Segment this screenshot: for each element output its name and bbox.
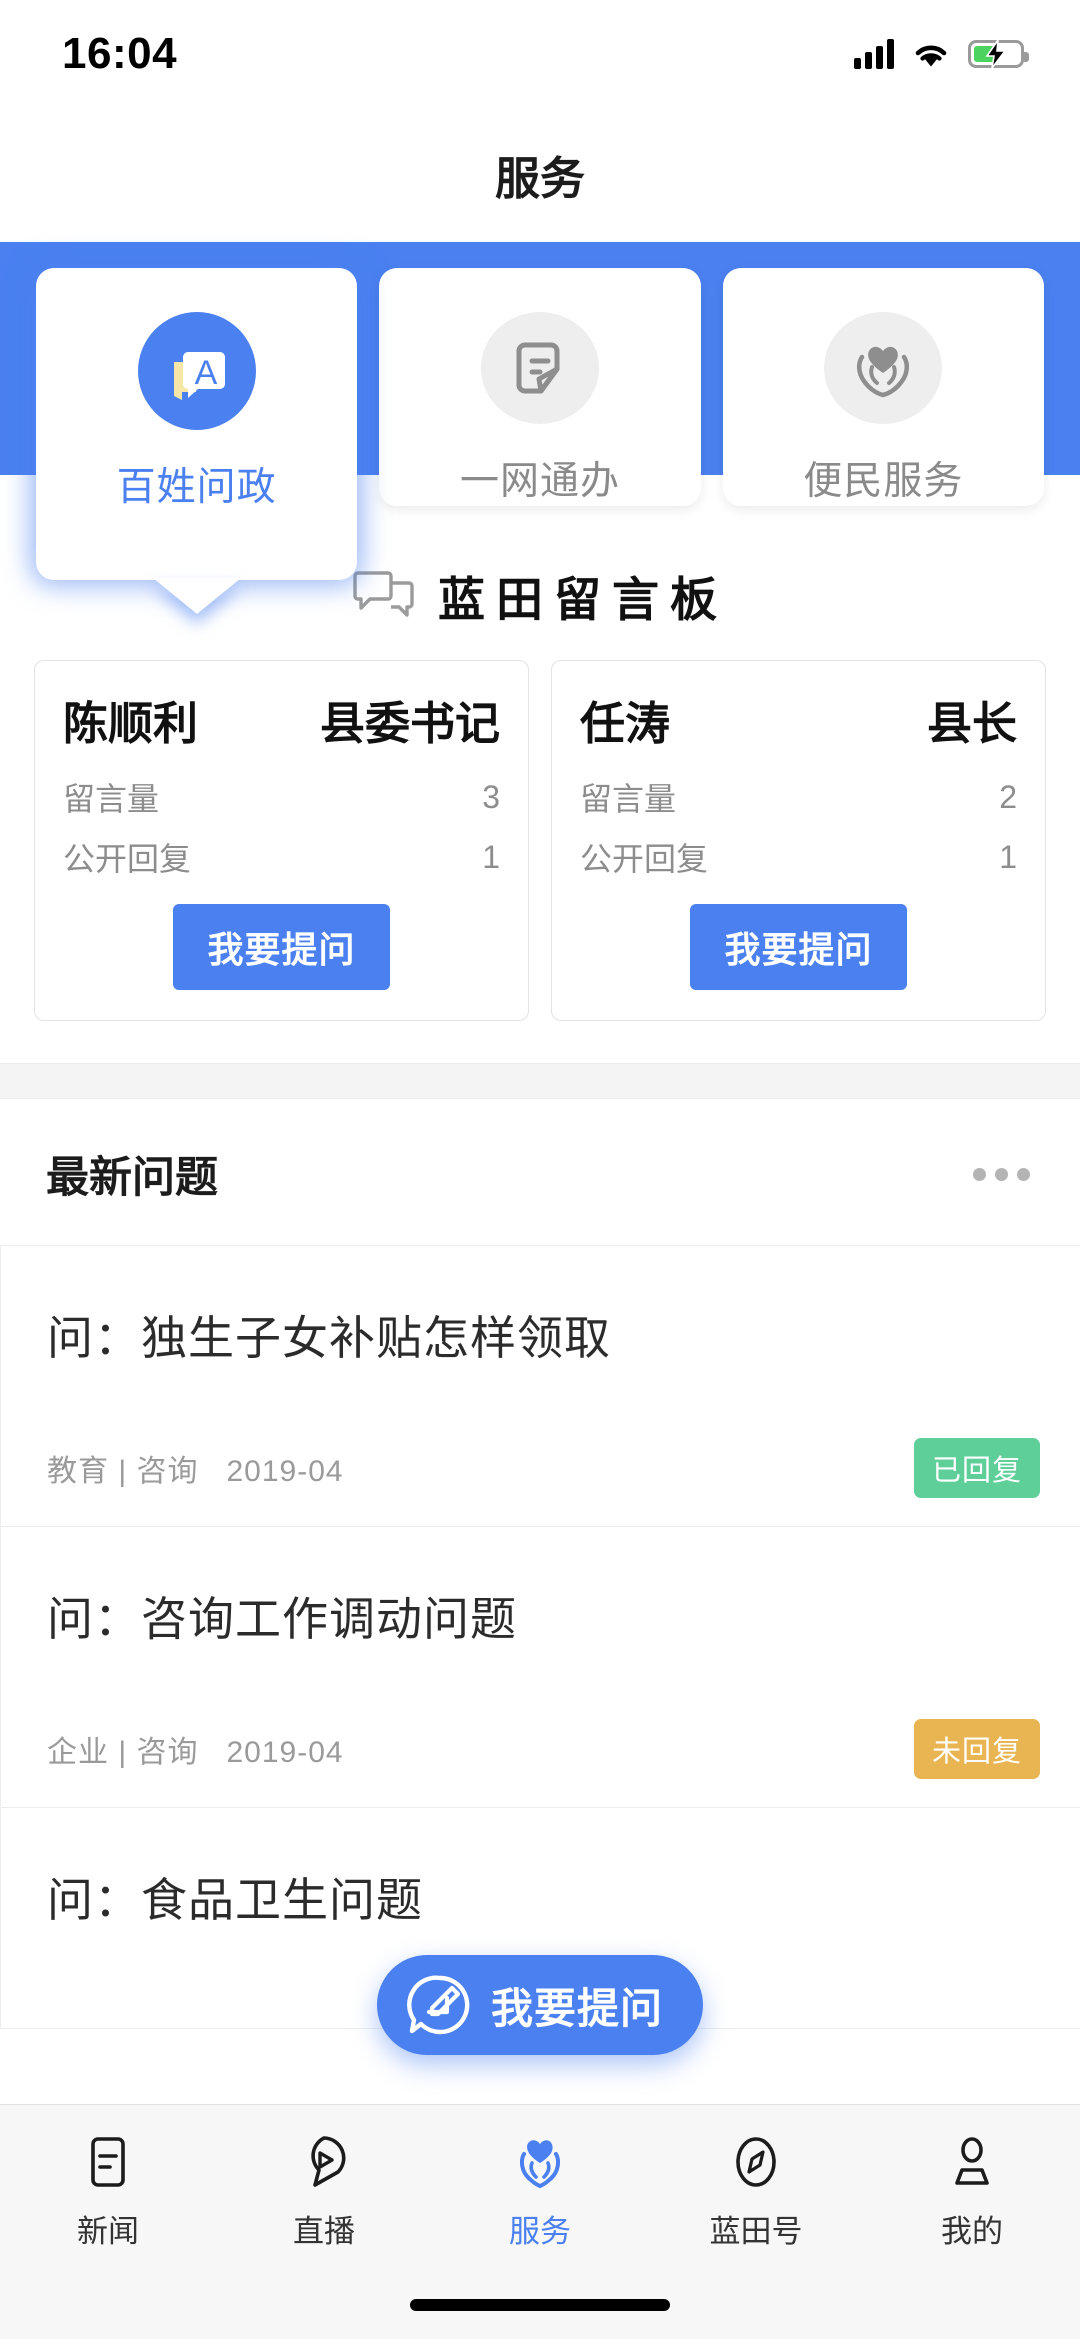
svg-text:A: A — [194, 354, 217, 392]
question-date: 2019-04 — [226, 1455, 344, 1488]
ask-question-button[interactable]: 我要提问 — [690, 904, 907, 990]
official-name: 陈顺利 — [63, 698, 199, 749]
stat-value: 2 — [999, 778, 1017, 815]
nav-item-service[interactable]: 服务 — [432, 2134, 648, 2251]
question-category: 企业 | 咨询 — [47, 1736, 199, 1769]
question-title: 问：独生子女补贴怎样领取 — [47, 1312, 611, 1364]
person-icon — [955, 2137, 989, 2185]
bottom-navigation-bar: 新闻 直播 服务 蓝田号 我的 — [0, 2104, 1080, 2339]
official-stat-row: 公开回复 1 — [63, 834, 500, 880]
question-row[interactable]: 问：独生子女补贴怎样领取 教育 | 咨询 2019-04 已回复 — [0, 1246, 1080, 1527]
floating-ask-question-button[interactable]: 我要提问 — [376, 1955, 704, 2055]
nav-label: 服务 — [509, 2214, 571, 2249]
service-tab-bianminfuwu[interactable]: 便民服务 — [722, 268, 1044, 506]
speech-bubble-a-icon: A — [137, 312, 256, 430]
page-title: 服务 — [0, 108, 1080, 240]
service-tab-yiwangtongban[interactable]: 一网通办 — [379, 268, 701, 506]
questions-list: 问：独生子女补贴怎样领取 教育 | 咨询 2019-04 已回复 问：咨询工作调… — [0, 1245, 1080, 2029]
question-category-date: 企业 | 咨询 2019-04 — [47, 1727, 344, 1771]
official-card[interactable]: 陈顺利 县委书记 留言量 3 公开回复 1 我要提问 — [34, 660, 529, 1021]
status-badge: 未回复 — [913, 1719, 1040, 1779]
official-header: 任涛 县长 — [580, 687, 1017, 752]
question-meta: 企业 | 咨询 2019-04 未回复 — [47, 1719, 1040, 1779]
hands-heart-icon — [824, 312, 943, 424]
nav-item-profile[interactable]: 我的 — [864, 2134, 1080, 2251]
nav-item-lantian-hao[interactable]: 蓝田号 — [648, 2134, 864, 2251]
official-name: 任涛 — [580, 698, 671, 749]
question-title: 问：咨询工作调动问题 — [47, 1593, 517, 1645]
nav-label: 直播 — [293, 2214, 355, 2249]
ask-question-button[interactable]: 我要提问 — [173, 904, 390, 990]
service-tab-baixingwenzheng[interactable]: A 百姓问政 — [36, 268, 358, 580]
service-tab-label: 一网通办 — [459, 460, 620, 503]
official-role: 县委书记 — [319, 698, 500, 749]
official-header: 陈顺利 县委书记 — [63, 687, 500, 752]
question-row[interactable]: 问：咨询工作调动问题 企业 | 咨询 2019-04 未回复 — [0, 1527, 1080, 1808]
stat-label: 公开回复 — [63, 841, 192, 877]
official-card[interactable]: 任涛 县长 留言量 2 公开回复 1 我要提问 — [551, 660, 1046, 1021]
service-tab-label: 百姓问政 — [116, 466, 277, 509]
official-stat-row: 留言量 2 — [580, 774, 1017, 820]
latest-questions-header: 最新问题 — [0, 1099, 1080, 1245]
nav-label: 蓝田号 — [709, 2214, 803, 2249]
signal-bars-icon — [854, 39, 894, 69]
status-bar-icons — [854, 39, 1029, 69]
latest-questions-title: 最新问题 — [46, 1154, 218, 1202]
question-title: 问：食品卫生问题 — [47, 1874, 423, 1926]
nav-item-live[interactable]: 直播 — [216, 2134, 432, 2251]
battery-charging-icon — [968, 40, 1029, 68]
stat-value: 1 — [999, 838, 1017, 875]
stat-label: 公开回复 — [580, 841, 709, 877]
live-play-icon — [311, 2136, 346, 2187]
more-dots-icon[interactable] — [973, 1167, 1030, 1181]
status-bar: 16:04 — [0, 0, 1080, 108]
floating-ask-question-label: 我要提问 — [490, 1984, 664, 2032]
section-divider — [0, 1063, 1080, 1099]
question-category-date: 教育 | 咨询 2019-04 — [47, 1446, 344, 1490]
question-meta: 教育 | 咨询 2019-04 已回复 — [47, 1438, 1040, 1498]
question-category: 教育 | 咨询 — [47, 1455, 199, 1488]
question-date: 2019-04 — [226, 1736, 344, 1769]
service-tab-label: 便民服务 — [803, 460, 964, 503]
document-pen-icon — [480, 312, 599, 424]
official-stat-row: 留言量 3 — [63, 774, 500, 820]
service-tabs: A 百姓问政 一网通办 便民服务 — [0, 242, 1080, 580]
official-role: 县长 — [926, 698, 1017, 749]
stat-label: 留言量 — [580, 781, 677, 817]
edit-bubble-icon — [407, 1975, 470, 2035]
service-tab-banner: A 百姓问政 一网通办 便民服务 — [0, 242, 1080, 580]
hands-heart-icon — [519, 2140, 561, 2188]
charging-bolt-icon — [985, 40, 1007, 68]
wifi-icon — [915, 45, 947, 67]
stat-value: 1 — [482, 838, 500, 875]
compass-icon — [736, 2137, 776, 2187]
status-badge: 已回复 — [913, 1438, 1040, 1498]
nav-item-news[interactable]: 新闻 — [0, 2134, 216, 2251]
home-indicator — [410, 2299, 670, 2311]
stat-value: 3 — [482, 778, 500, 815]
nav-label: 我的 — [941, 2214, 1003, 2249]
nav-label: 新闻 — [77, 2214, 139, 2249]
status-bar-time: 16:04 — [62, 29, 178, 78]
officials-list: 陈顺利 县委书记 留言量 3 公开回复 1 我要提问 任涛 县长 留言量 2 公… — [0, 630, 1080, 1021]
official-stat-row: 公开回复 1 — [580, 834, 1017, 880]
stat-label: 留言量 — [63, 781, 160, 817]
news-document-icon — [91, 2137, 125, 2187]
